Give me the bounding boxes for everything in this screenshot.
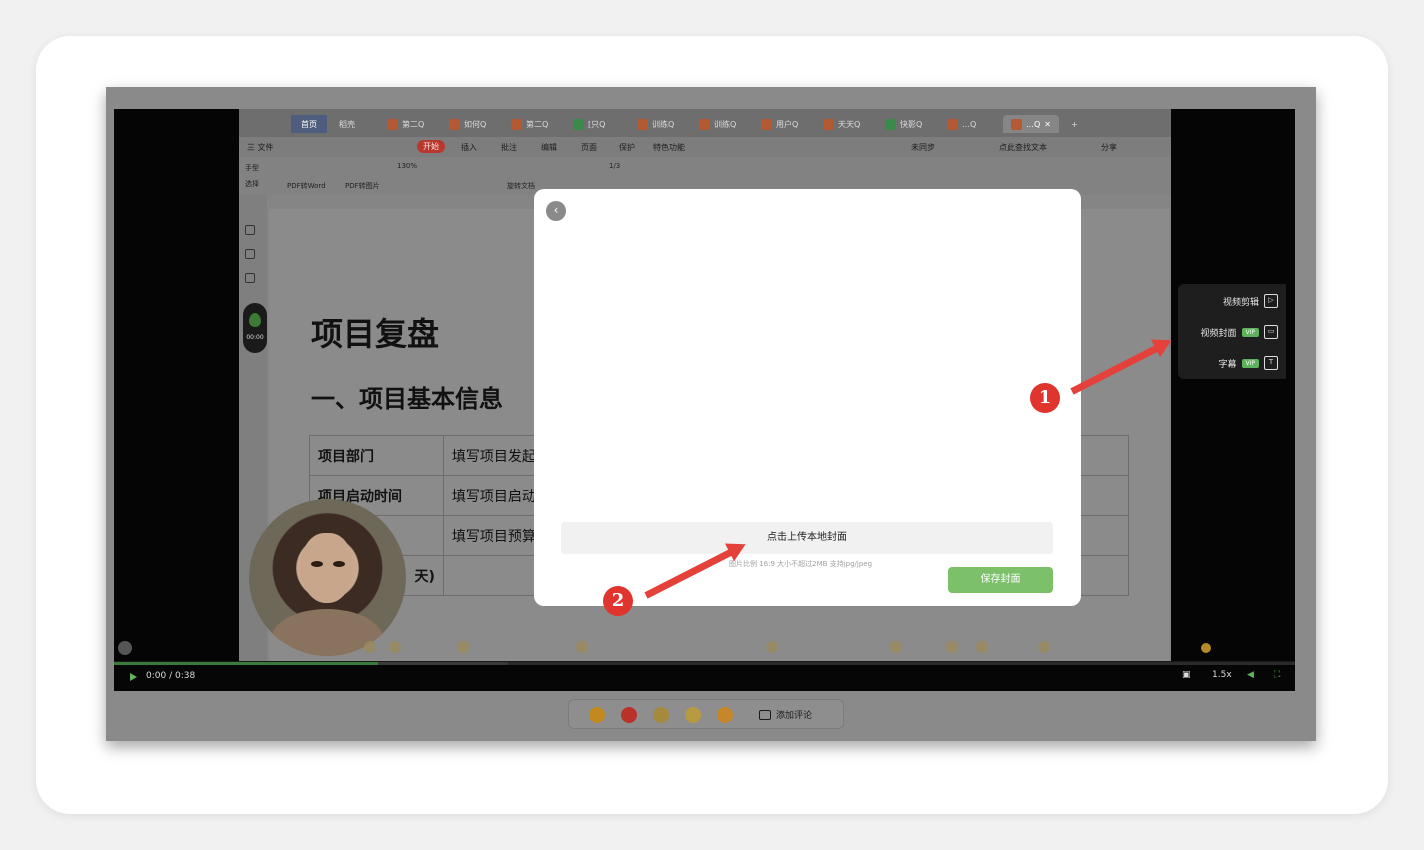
- doc-section: 一、项目基本信息: [311, 385, 503, 413]
- side-panel: 视频剪辑 ▷ 视频封面 VIP ▭ 字幕 VIP T: [1178, 284, 1286, 379]
- doc-icon: [387, 118, 398, 130]
- menu-features[interactable]: 特色功能: [653, 142, 685, 153]
- bookmark-icon[interactable]: [245, 249, 255, 259]
- tab-doc-2[interactable]: 第二Q: [387, 115, 424, 133]
- reaction-icon: [364, 641, 376, 653]
- clap-icon[interactable]: [653, 707, 669, 723]
- doc-icon: [823, 118, 834, 130]
- menu-start[interactable]: 开始: [417, 140, 445, 153]
- comment-icon: [759, 709, 771, 720]
- search-text[interactable]: 点此查找文本: [999, 142, 1047, 153]
- thumbnail-icon[interactable]: [245, 225, 255, 235]
- tab-docer[interactable]: 稻壳: [339, 115, 355, 133]
- doc-icon: [1011, 118, 1022, 130]
- time-display: 0:00 / 0:38: [146, 671, 196, 681]
- tab-doc-6[interactable]: 训练Q: [637, 115, 674, 133]
- hand-tool[interactable]: 手型: [245, 163, 259, 173]
- cover-dialog: ‹ 点击上传本地封面 图片比例 16:9 大小不超过2MB 支持jpg/jpeg…: [534, 189, 1081, 606]
- video-edit-item[interactable]: 视频剪辑 ▷: [1223, 292, 1278, 310]
- volume-icon[interactable]: ◀: [1247, 670, 1254, 680]
- menu-file[interactable]: 三 文件: [247, 142, 274, 153]
- reaction-icon: [1038, 641, 1050, 653]
- text-icon: T: [1264, 356, 1278, 370]
- leaf-icon: [249, 313, 261, 327]
- sheet-icon: [885, 118, 896, 130]
- wink-icon[interactable]: [685, 707, 701, 723]
- video-cover-item[interactable]: 视频封面 VIP ▭: [1200, 323, 1278, 341]
- vip-badge: VIP: [1241, 327, 1259, 337]
- tab-doc-11[interactable]: …Q: [947, 115, 976, 133]
- tab-doc-4[interactable]: 第二Q: [511, 115, 548, 133]
- menu-page[interactable]: 页面: [581, 142, 597, 153]
- save-cover-button[interactable]: 保存封面: [948, 567, 1053, 593]
- speed-button[interactable]: 1.5x: [1212, 670, 1232, 680]
- menu-bar: 三 文件 开始 插入 批注 编辑 页面 保护 特色功能 未同步 点此查找文本 分…: [239, 137, 1171, 157]
- tab-doc-8[interactable]: 用户Q: [761, 115, 798, 133]
- zoom-select[interactable]: 130%: [397, 162, 417, 170]
- new-tab-button[interactable]: +: [1071, 115, 1078, 133]
- layers-icon[interactable]: [245, 273, 255, 283]
- close-icon[interactable]: ✕: [1044, 120, 1051, 129]
- reaction-icon: [389, 641, 401, 653]
- menu-protect[interactable]: 保护: [619, 142, 635, 153]
- step-marker-2: 2: [603, 586, 633, 616]
- doc-title: 项目复盘: [311, 315, 440, 353]
- record-timer[interactable]: 00:00: [243, 303, 267, 353]
- tab-doc-5[interactable]: [只Q: [573, 115, 605, 133]
- reaction-icon: [946, 641, 958, 653]
- reaction-icon: [976, 641, 988, 653]
- upload-cover-button[interactable]: 点击上传本地封面: [561, 522, 1053, 554]
- doc-icon: [699, 118, 710, 130]
- thumbs-up-icon[interactable]: [589, 707, 605, 723]
- sync-status[interactable]: 未同步: [911, 142, 935, 153]
- doc-icon: [449, 118, 460, 130]
- menu-insert[interactable]: 插入: [461, 142, 477, 153]
- menu-edit[interactable]: 编辑: [541, 142, 557, 153]
- pdf-to-word[interactable]: PDF转Word: [287, 181, 326, 191]
- crop-icon: ▷: [1264, 294, 1278, 308]
- floating-reactions: [239, 637, 1171, 661]
- doc-icon: [511, 118, 522, 130]
- user-avatar: [118, 641, 132, 655]
- tab-doc-3[interactable]: 如何Q: [449, 115, 486, 133]
- tab-doc-10[interactable]: 快影Q: [885, 115, 922, 133]
- fullscreen-icon[interactable]: ⛶: [1274, 670, 1280, 680]
- upload-hint: 图片比例 16:9 大小不超过2MB 支持jpg/jpeg: [729, 560, 873, 568]
- reaction-icon: [457, 641, 469, 653]
- image-icon: ▭: [1264, 325, 1278, 339]
- subtitle-item[interactable]: 字幕 VIP T: [1218, 354, 1278, 372]
- doc-icon: [761, 118, 772, 130]
- webcam-avatar: [249, 499, 406, 656]
- add-comment-button[interactable]: 添加评论: [759, 708, 812, 721]
- tab-doc-7[interactable]: 训练Q: [699, 115, 736, 133]
- menu-annotate[interactable]: 批注: [501, 142, 517, 153]
- wow-icon[interactable]: [717, 707, 733, 723]
- player-controls: 0:00 / 0:38 ▣ 1.5x ◀ ⛶: [114, 661, 1295, 691]
- danmaku-icon[interactable]: ▣: [1182, 670, 1191, 680]
- share-button[interactable]: 分享: [1101, 142, 1117, 153]
- back-icon[interactable]: ‹: [546, 201, 566, 221]
- play-icon[interactable]: [130, 673, 137, 681]
- reaction-icon: [576, 641, 588, 653]
- progress-bar[interactable]: [114, 662, 1295, 665]
- tab-home[interactable]: 首页: [291, 115, 327, 133]
- tab-bar: 首页 稻壳 第二Q 如何Q 第二Q [只Q 训练Q 训练Q 用户Q 天天Q 快影…: [239, 109, 1171, 137]
- reaction-icon: [766, 641, 778, 653]
- sheet-icon: [573, 118, 584, 130]
- doc-icon: [947, 118, 958, 130]
- step-marker-1: 1: [1030, 383, 1060, 413]
- plus-icon: +: [1071, 119, 1078, 129]
- pdf-to-image[interactable]: PDF转图片: [345, 181, 380, 191]
- rotate-doc[interactable]: 旋转文档: [507, 181, 535, 191]
- select-tool[interactable]: 选择: [245, 179, 259, 189]
- reaction-icon: [1201, 643, 1211, 653]
- page-indicator[interactable]: 1/3: [609, 162, 620, 170]
- doc-icon: [637, 118, 648, 130]
- tab-active[interactable]: …Q ✕: [1003, 115, 1059, 133]
- reaction-bar: 添加评论: [568, 699, 844, 729]
- tab-doc-9[interactable]: 天天Q: [823, 115, 860, 133]
- reaction-icon: [890, 641, 902, 653]
- heart-eyes-icon[interactable]: [621, 707, 637, 723]
- vip-badge: VIP: [1241, 358, 1259, 368]
